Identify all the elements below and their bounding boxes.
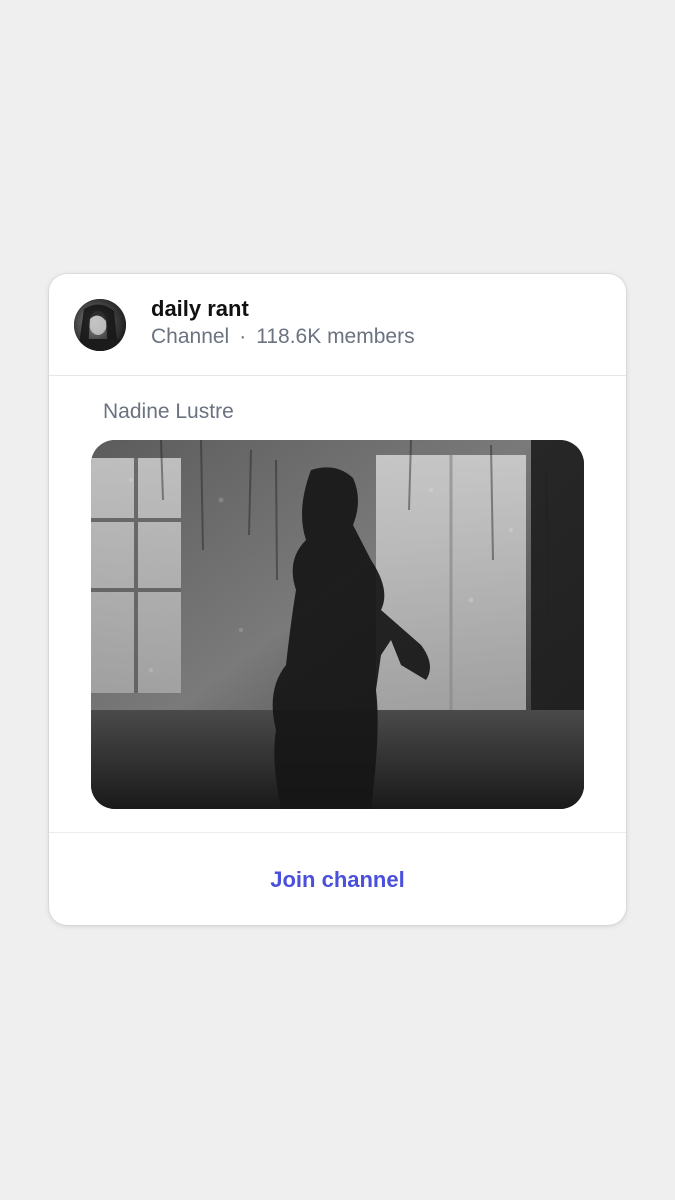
channel-meta: Channel · 118.6K members [151, 325, 415, 349]
channel-header[interactable]: daily rant Channel · 118.6K members [49, 274, 626, 376]
meta-separator: · [239, 325, 247, 348]
member-count: 118.6K members [256, 325, 415, 348]
join-channel-button[interactable]: Join channel [258, 861, 416, 899]
post-author: Nadine Lustre [103, 400, 234, 423]
channel-preview-card: daily rant Channel · 118.6K members Nadine… [49, 274, 626, 925]
channel-type-label: Channel [151, 325, 230, 348]
card-footer: Join channel [49, 832, 626, 925]
channel-name[interactable]: daily rant [151, 296, 249, 322]
post-photo[interactable] [91, 440, 584, 809]
channel-avatar[interactable] [74, 299, 126, 351]
